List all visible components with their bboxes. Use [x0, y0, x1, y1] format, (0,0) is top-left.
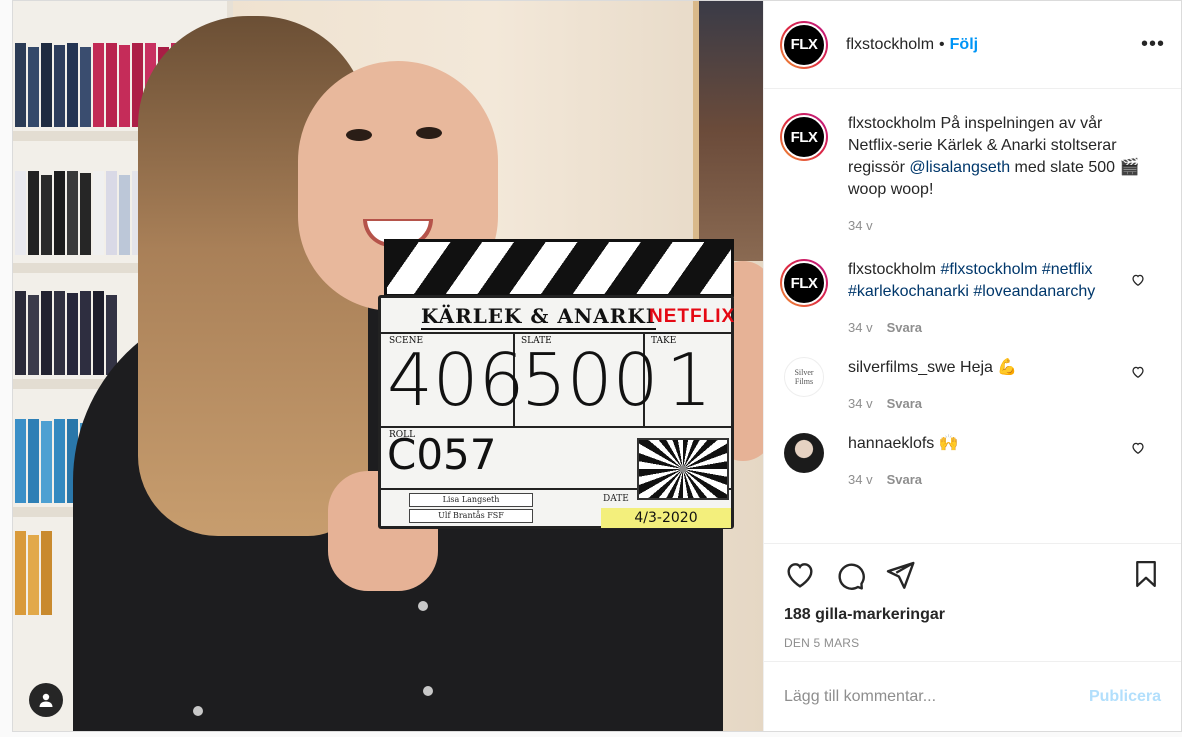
post-date[interactable]: DEN 5 MARS	[784, 636, 1165, 650]
mention-link[interactable]: @lisalangseth	[909, 159, 1010, 176]
roll-number: C057	[387, 430, 497, 479]
scene-number: 406	[387, 338, 525, 422]
avatar[interactable]: FLX	[780, 20, 828, 69]
avatar[interactable]: FLX	[780, 113, 828, 161]
comment-item: FLX flxstockholm #flxstockholm #netflix …	[780, 259, 1165, 339]
like-comment-heart-icon[interactable]	[1131, 365, 1145, 379]
reply-button[interactable]: Svara	[887, 472, 922, 487]
dop-name: Ulf Brantås FSF	[409, 509, 533, 523]
like-comment-heart-icon[interactable]	[1131, 441, 1145, 455]
comment-item: hannaeklofs 🙌 34 v Svara	[780, 429, 1165, 491]
netflix-logo: NETFLIX	[649, 306, 736, 327]
comment-time[interactable]: 34 v	[848, 396, 873, 411]
film-slate: KÄRLEK & ANARKI NETFLIX SCENE SLATE TAKE…	[378, 239, 736, 529]
reply-button[interactable]: Svara	[887, 396, 922, 411]
flx-logo: FLX	[782, 115, 826, 159]
follow-button[interactable]: Följ	[950, 36, 978, 54]
flx-logo: FLX	[782, 22, 826, 67]
comment-bubble-icon[interactable]	[834, 559, 866, 591]
share-paper-plane-icon[interactable]	[884, 559, 916, 591]
director-name: Lisa Langseth	[409, 493, 533, 507]
post-actions: 188 gilla-markeringar DEN 5 MARS	[764, 543, 1181, 661]
caption-time[interactable]: 34 v	[848, 218, 873, 233]
reply-button[interactable]: Svara	[887, 320, 922, 335]
avatar[interactable]: FLX	[780, 259, 828, 307]
user-icon	[39, 693, 53, 707]
post-photo[interactable]: KÄRLEK & ANARKI NETFLIX SCENE SLATE TAKE…	[13, 1, 763, 731]
focus-chart	[637, 438, 729, 500]
take-number: 1	[666, 338, 712, 422]
comment-input[interactable]: Lägg till kommentar...	[784, 688, 1089, 706]
comment-item: Silver Films silverfilms_swe Heja 💪 34 v…	[780, 353, 1165, 415]
avatar[interactable]: Silver Films	[780, 353, 828, 401]
header-separator: •	[939, 35, 945, 53]
add-comment-bar: Lägg till kommentar... Publicera	[764, 661, 1181, 731]
comment-time[interactable]: 34 v	[848, 320, 873, 335]
like-comment-heart-icon[interactable]	[1131, 273, 1145, 287]
comment-username[interactable]: silverfilms_swe	[848, 359, 956, 376]
more-options-icon[interactable]: •••	[1141, 33, 1165, 56]
clapper-stick	[384, 239, 734, 297]
slate-number: 500	[521, 338, 659, 422]
publish-button[interactable]: Publicera	[1089, 688, 1161, 706]
post-header: FLX flxstockholm • Följ •••	[764, 1, 1181, 89]
slate-title: KÄRLEK & ANARKI	[421, 304, 657, 330]
hannaeklofs-avatar	[784, 433, 824, 473]
save-bookmark-icon[interactable]	[1131, 558, 1161, 590]
post-dialog: KÄRLEK & ANARKI NETFLIX SCENE SLATE TAKE…	[12, 0, 1182, 732]
comment-time[interactable]: 34 v	[848, 472, 873, 487]
comment-text: Heja 💪	[955, 359, 1018, 376]
author-username[interactable]: flxstockholm	[846, 36, 934, 54]
flx-logo: FLX	[782, 261, 826, 305]
avatar[interactable]	[780, 429, 828, 477]
comment-username[interactable]: flxstockholm	[848, 261, 936, 278]
likes-count[interactable]: 188 gilla-markeringar	[784, 606, 1165, 624]
slate-date: 4/3-2020	[601, 508, 731, 528]
caption: FLX flxstockholm På inspelningen av vår …	[780, 113, 1165, 237]
comment-text: 🙌	[934, 435, 959, 452]
comment-username[interactable]: hannaeklofs	[848, 435, 934, 452]
comments-list[interactable]: FLX flxstockholm På inspelningen av vår …	[764, 89, 1181, 543]
post-side-panel: FLX flxstockholm • Följ ••• FLX flxstock…	[763, 1, 1181, 731]
like-heart-icon[interactable]	[784, 559, 816, 591]
silver-films-logo: Silver Films	[784, 357, 824, 397]
tagged-users-button[interactable]	[29, 683, 63, 717]
caption-username[interactable]: flxstockholm	[848, 115, 936, 132]
